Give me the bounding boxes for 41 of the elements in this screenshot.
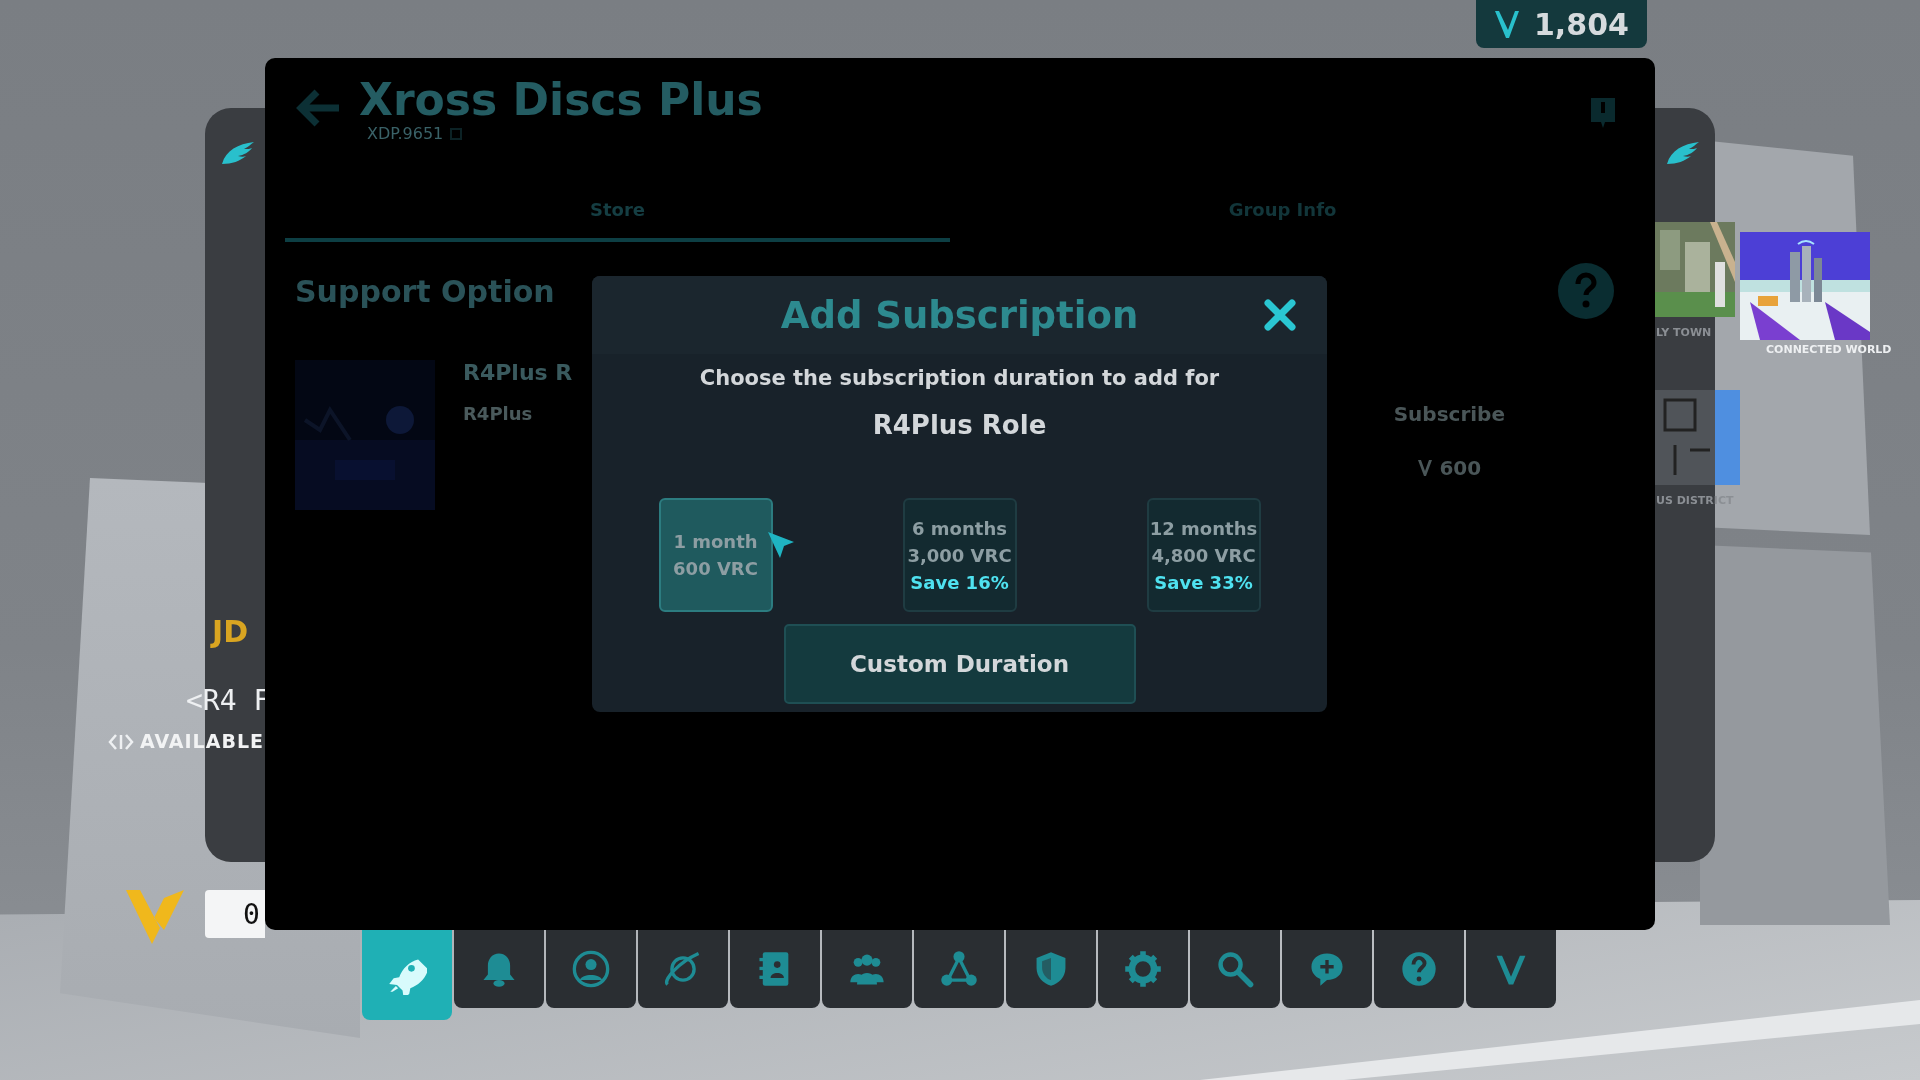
toolbar-button[interactable]	[730, 930, 820, 1008]
dialog-prompt: Choose the subscription duration to add for	[699, 366, 1220, 390]
role-name: R4Plus Role	[872, 410, 1047, 440]
toolbar-button[interactable]	[362, 930, 452, 1020]
duration-option[interactable]: 12 months 4,800 VRC Save 33%	[1146, 498, 1261, 612]
settings-icon	[1123, 949, 1163, 989]
dialog-title: Add Subscription	[780, 293, 1139, 337]
duration-option[interactable]: 6 months 3,000 VRC Save 16%	[902, 498, 1017, 612]
product-name: R4Plus R	[463, 360, 573, 386]
network-icon	[939, 949, 979, 989]
toolbar-button[interactable]	[546, 930, 636, 1008]
currency-icon	[1417, 459, 1434, 478]
close-button[interactable]	[1263, 298, 1297, 332]
profile-icon	[571, 949, 611, 989]
search-icon	[1215, 949, 1255, 989]
toolbar-button[interactable]	[1098, 930, 1188, 1008]
balance-amount: 1,804	[1534, 6, 1629, 42]
logo-text: JD	[212, 614, 249, 649]
toolbar-button[interactable]	[1282, 930, 1372, 1008]
help-icon	[1399, 949, 1439, 989]
toolbar-button[interactable]	[1006, 930, 1096, 1008]
window-title: Xross Discs Plus	[359, 76, 764, 125]
product-subtitle: R4Plus	[463, 403, 533, 425]
cursor-icon	[766, 530, 796, 560]
price-text: 600	[1439, 456, 1482, 481]
toolbar-button[interactable]	[1374, 930, 1464, 1008]
currency-icon	[1494, 9, 1520, 39]
toolbar-button[interactable]	[822, 930, 912, 1008]
toolbar-button[interactable]	[638, 930, 728, 1008]
toolbar-button[interactable]	[454, 930, 544, 1008]
input-field[interactable]: 0	[205, 890, 265, 938]
group-code: XDP.9651	[367, 124, 444, 144]
logo-icon	[124, 888, 186, 946]
world-label: CONNECTED WORLD	[1766, 343, 1892, 356]
toolbar-button[interactable]	[1466, 930, 1556, 1008]
toolbar-button[interactable]	[914, 930, 1004, 1008]
custom-duration-button[interactable]: Custom Duration	[783, 624, 1136, 704]
code-icon	[108, 733, 134, 751]
section-title: Support Option	[295, 273, 555, 309]
world-label: LY TOWN	[1656, 326, 1712, 339]
toolbar-button[interactable]	[1190, 930, 1280, 1008]
